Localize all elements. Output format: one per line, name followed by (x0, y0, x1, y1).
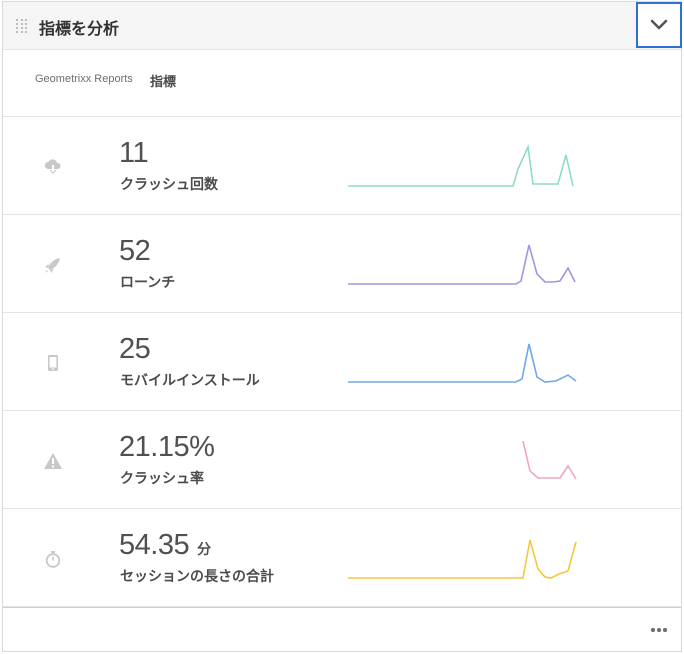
report-source: Geometrixx Reports (35, 73, 133, 85)
rocket-icon (45, 258, 60, 273)
stopwatch-icon (45, 551, 61, 568)
sparkline-launches (348, 244, 576, 285)
metric-label: ローンチ (120, 275, 176, 291)
metrics-card: 指標を分析 Geometrixx Reports 指標 11 クラッシュ回数 5… (2, 1, 682, 652)
card-footer (3, 607, 681, 652)
sparkline-installs (348, 343, 577, 383)
card-header: 指標を分析 (3, 2, 682, 50)
sparkline-crash-rate (522, 440, 577, 480)
sparkline-installs-line (348, 343, 577, 383)
metric-row-crashes[interactable]: 11 クラッシュ回数 (3, 117, 681, 215)
metric-row-installs[interactable]: 25 モバイルインストール (3, 313, 681, 411)
sparkline-crashes-line (348, 144, 574, 187)
metric-value: 52 (119, 235, 151, 267)
sparkline-crash-rate-line (522, 440, 577, 480)
metric-label: クラッシュ回数 (120, 177, 218, 193)
card-title: 指標を分析 (39, 19, 120, 38)
mobile-device-icon (48, 355, 58, 371)
sparkline-session (348, 539, 577, 579)
metric-label: クラッシュ率 (120, 471, 204, 487)
metric-value: 21.15% (119, 431, 215, 463)
metric-label: セッションの長さの合計 (120, 569, 274, 585)
report-subtitle: Geometrixx Reports 指標 (3, 50, 681, 117)
metric-row-crash-rate[interactable]: 21.15% クラッシュ率 (3, 411, 681, 509)
sparkline-crashes (348, 144, 574, 187)
alert-icon (44, 453, 62, 469)
metric-row-session-length[interactable]: 54.35 分 セッションの長さの合計 (3, 509, 681, 607)
sparkline-launches-line (348, 244, 576, 285)
cloud-download-icon (44, 159, 61, 174)
metric-value: 25 (119, 333, 151, 365)
sparkline-session-line (348, 539, 577, 579)
metric-value: 11 (119, 137, 149, 169)
metric-value: 54.35 分 (119, 529, 211, 561)
report-label: 指標 (150, 75, 177, 90)
metric-row-launches[interactable]: 52 ローンチ (3, 215, 681, 313)
more-options-icon[interactable] (651, 628, 667, 632)
drag-handle-icon[interactable] (16, 19, 28, 33)
chevron-down-icon (650, 19, 668, 30)
collapse-button[interactable] (636, 2, 682, 48)
metric-label: モバイルインストール (120, 373, 260, 389)
